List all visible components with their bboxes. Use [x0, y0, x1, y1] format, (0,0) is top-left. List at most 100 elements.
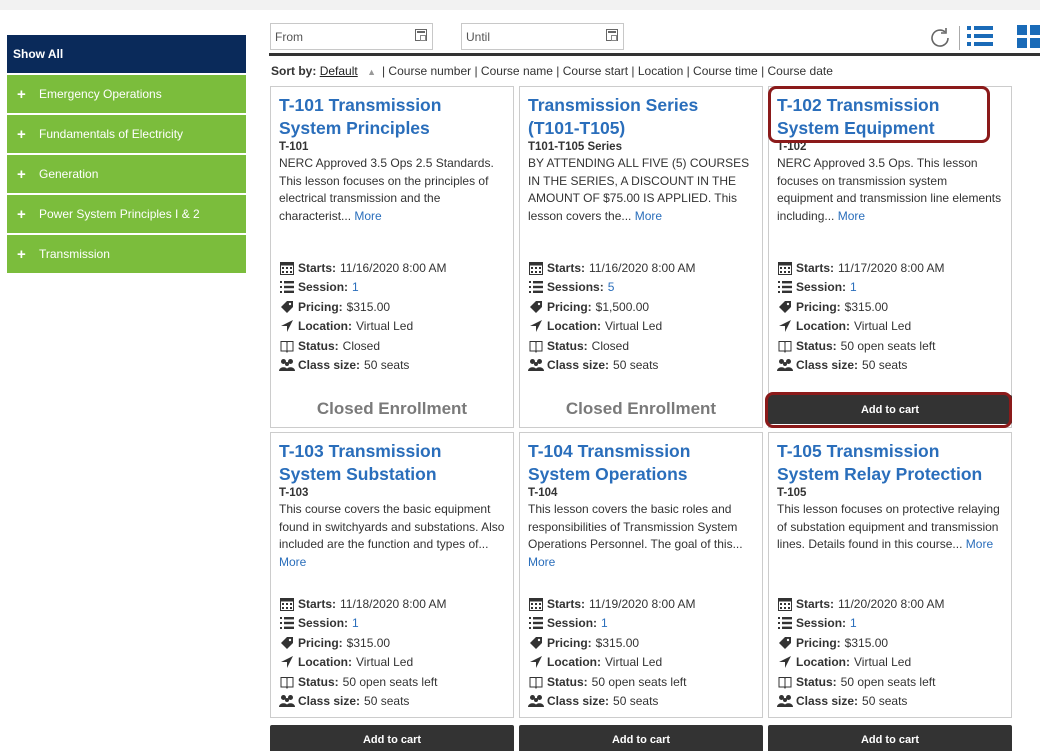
pricing-row: Pricing: $315.00 — [777, 297, 945, 317]
calendar-icon — [777, 597, 793, 611]
class-size-row: Class size: 50 seats — [279, 356, 447, 376]
sidebar-item-label: Power System Principles I & 2 — [39, 207, 200, 221]
tag-icon — [279, 636, 295, 650]
calendar-icon[interactable] — [606, 29, 618, 41]
sort-default-link[interactable]: Default — [320, 64, 358, 78]
course-code: T101-T105 Series — [528, 141, 622, 153]
grid-view-icon[interactable] — [1016, 23, 1040, 49]
starts-row: Starts: 11/19/2020 8:00 AM — [528, 594, 696, 614]
session-row: Session: 1 — [528, 614, 696, 634]
calendar-icon — [528, 261, 544, 275]
course-title-link[interactable]: T-101 Transmission System Principles — [279, 94, 505, 140]
sidebar-item-transmission[interactable]: + Transmission — [7, 235, 246, 273]
book-icon — [279, 675, 295, 689]
status-row: Status: 50 open seats left — [528, 672, 696, 692]
plus-icon: + — [17, 125, 26, 143]
course-code: T-104 — [528, 487, 558, 499]
course-details: Starts: 11/18/2020 8:00 AM Session: 1 Pricin… — [279, 594, 447, 711]
calendar-icon — [777, 261, 793, 275]
divider — [959, 26, 960, 50]
session-row: Session: 1 — [279, 278, 447, 298]
pricing-row: Pricing: $315.00 — [279, 633, 447, 653]
add-to-cart-button[interactable]: Add to cart — [270, 725, 514, 751]
highlight-cart-box — [765, 392, 1012, 428]
sidebar-item-label: Transmission — [39, 247, 110, 261]
course-details: Starts: 11/16/2020 8:00 AM Session: 1 Pricin… — [279, 258, 447, 375]
more-link[interactable]: More — [966, 537, 993, 551]
more-link[interactable]: More — [354, 209, 381, 223]
session-count-link[interactable]: 5 — [608, 280, 615, 294]
pricing-row: Pricing: $315.00 — [528, 633, 696, 653]
more-link[interactable]: More — [838, 209, 865, 223]
sort-options[interactable]: | Course number | Course name | Course s… — [382, 64, 833, 78]
session-row: Session: 1 — [777, 614, 945, 634]
calendar-icon — [279, 597, 295, 611]
session-row: Sessions: 5 — [528, 278, 696, 298]
numbered-list-icon — [528, 616, 544, 630]
numbered-list-icon — [279, 280, 295, 294]
more-link[interactable]: More — [528, 555, 555, 569]
pricing-row: Pricing: $315.00 — [777, 633, 945, 653]
sidebar-item-label: Fundamentals of Electricity — [39, 127, 184, 141]
people-icon — [777, 694, 793, 708]
plus-icon: + — [17, 165, 26, 183]
list-view-icon[interactable] — [966, 23, 994, 49]
course-title-link[interactable]: Transmission Series (T101-T105) — [528, 94, 754, 140]
sidebar-item-fundamentals-of-electricity[interactable]: + Fundamentals of Electricity — [7, 115, 246, 153]
more-link[interactable]: More — [635, 209, 662, 223]
sidebar-item-generation[interactable]: + Generation — [7, 155, 246, 193]
book-icon — [528, 339, 544, 353]
calendar-icon[interactable] — [415, 29, 427, 41]
session-count-link[interactable]: 1 — [601, 616, 608, 630]
session-count-link[interactable]: 1 — [352, 616, 359, 630]
class-size-row: Class size: 50 seats — [528, 356, 696, 376]
course-description: This lesson focuses on protective relayi… — [777, 502, 1000, 552]
show-all-button[interactable]: Show All — [7, 35, 246, 73]
sidebar-item-emergency-operations[interactable]: + Emergency Operations — [7, 75, 246, 113]
calendar-icon — [279, 261, 295, 275]
numbered-list-icon — [777, 616, 793, 630]
course-title-link[interactable]: T-105 Transmission System Relay Protecti… — [777, 440, 1003, 486]
location-row: Location: Virtual Led — [279, 317, 447, 337]
location-arrow-icon — [279, 319, 295, 333]
course-card: Transmission Series (T101-T105) T101-T105… — [519, 86, 763, 428]
category-sidebar: Show All + Emergency Operations + Fundam… — [7, 35, 246, 273]
people-icon — [279, 694, 295, 708]
course-description: This course covers the basic equipment f… — [279, 502, 505, 569]
book-icon — [279, 339, 295, 353]
session-row: Session: 1 — [777, 278, 945, 298]
book-icon — [528, 675, 544, 689]
plus-icon: + — [17, 205, 26, 223]
course-details: Starts: 11/16/2020 8:00 AM Sessions: 5 Prici… — [528, 258, 696, 375]
session-count-link[interactable]: 1 — [850, 280, 857, 294]
sort-ascending-icon[interactable]: ▲ — [367, 67, 376, 77]
starts-row: Starts: 11/20/2020 8:00 AM — [777, 594, 945, 614]
add-to-cart-button[interactable]: Add to cart — [768, 725, 1012, 751]
course-card: T-101 Transmission System Principles T-10… — [270, 86, 514, 428]
course-title-link[interactable]: T-104 Transmission System Operations — [528, 440, 754, 486]
numbered-list-icon — [528, 280, 544, 294]
location-row: Location: Virtual Led — [777, 653, 945, 673]
sidebar-item-power-system-principles[interactable]: + Power System Principles I & 2 — [7, 195, 246, 233]
session-count-link[interactable]: 1 — [352, 280, 359, 294]
more-link[interactable]: More — [279, 555, 306, 569]
pricing-row: Pricing: $1,500.00 — [528, 297, 696, 317]
refresh-icon[interactable] — [928, 26, 952, 50]
people-icon — [279, 358, 295, 372]
from-date-field[interactable]: From — [270, 23, 433, 50]
session-row: Session: 1 — [279, 614, 447, 634]
location-arrow-icon — [279, 655, 295, 669]
session-count-link[interactable]: 1 — [850, 616, 857, 630]
course-description: NERC Approved 3.5 Ops. This lesson focus… — [777, 156, 1002, 223]
closed-enrollment-label: Closed Enrollment — [565, 399, 717, 418]
course-code: T-103 — [279, 487, 309, 499]
pricing-row: Pricing: $315.00 — [279, 297, 447, 317]
until-date-field[interactable]: Until — [461, 23, 624, 50]
add-to-cart-button[interactable]: Add to cart — [519, 725, 763, 751]
sidebar-item-label: Generation — [39, 167, 99, 181]
tag-icon — [777, 636, 793, 650]
course-title-link[interactable]: T-103 Transmission System Substation — [279, 440, 505, 486]
location-row: Location: Virtual Led — [528, 317, 696, 337]
starts-row: Starts: 11/17/2020 8:00 AM — [777, 258, 945, 278]
plus-icon: + — [17, 85, 26, 103]
